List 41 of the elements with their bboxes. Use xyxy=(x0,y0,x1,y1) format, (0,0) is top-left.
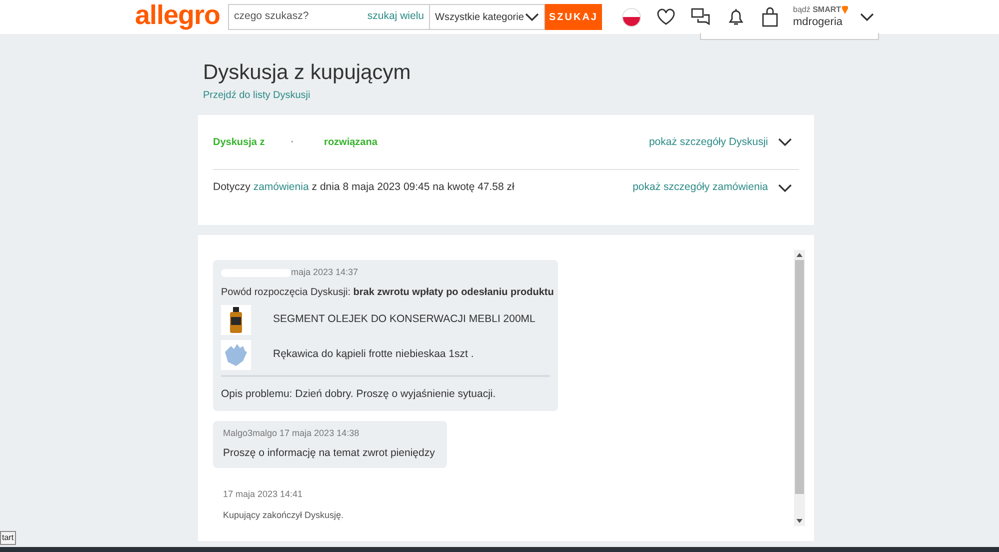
message-meta: maja 2023 14:37 xyxy=(291,266,358,280)
search-button[interactable]: SZUKAJ xyxy=(545,4,602,30)
bell-icon[interactable] xyxy=(726,7,746,27)
scrollbar[interactable] xyxy=(794,250,805,526)
product-thumbnail[interactable] xyxy=(221,304,251,335)
order-link[interactable]: zamówienia xyxy=(253,180,309,196)
discussion-label: Dyskusja z xyxy=(213,136,265,150)
reason-text: Powód rozpoczęcia Dyskusji: brak zwrotu wpłaty po odesłaniu produktu xyxy=(221,286,554,300)
event-text: Kupujący zakończył Dyskusję. xyxy=(223,508,345,522)
chat-icon[interactable] xyxy=(691,8,711,26)
chevron-down-icon xyxy=(778,184,792,193)
separator: · xyxy=(290,136,294,150)
user-name[interactable]: mdrogeria xyxy=(793,17,843,28)
pin-icon xyxy=(842,6,848,14)
order-prefix: Dotyczy xyxy=(213,180,250,196)
message-meta: Malgo3malgo 17 maja 2023 14:38 xyxy=(223,426,360,440)
event-meta: 17 maja 2023 14:41 xyxy=(223,488,304,501)
search-field[interactable]: czego szukasz? szukaj wielu xyxy=(228,4,430,30)
chevron-down-icon xyxy=(525,12,539,22)
back-link[interactable]: Przejdź do listy Dyskusji xyxy=(203,88,814,104)
message-text: Opis problemu: Dzień dobry. Proszę o wyjaśnienie sytuacji. xyxy=(221,388,496,400)
bag-icon[interactable] xyxy=(761,7,779,27)
status-text: rozwiązana xyxy=(324,136,378,150)
details-link[interactable]: pokaż szczegóły Dyskusji xyxy=(648,134,768,151)
order-details-link[interactable]: pokaż szczegóły zamówienia xyxy=(632,180,768,196)
category-select[interactable]: Wszystkie kategorie xyxy=(430,4,545,30)
page-title: Dyskusja z kupującym xyxy=(203,60,412,86)
product-name: SEGMENT OLEJEK DO KONSERWACJI MEBLI 200ML xyxy=(273,312,536,327)
chevron-down-icon xyxy=(778,138,792,148)
message-text: Proszę o informację na temat zwrot pieniędzy xyxy=(223,446,435,462)
order-text: z dnia 8 maja 2023 09:45 na kwotę 47.58 zł xyxy=(312,180,514,196)
product-thumbnail[interactable] xyxy=(221,340,251,370)
smart-promo[interactable]: bądź SMART xyxy=(793,6,842,14)
chevron-down-icon xyxy=(860,12,874,22)
multi-search-link[interactable]: szukaj wielu xyxy=(367,9,424,25)
logo[interactable]: allegro xyxy=(135,2,228,28)
flag-icon[interactable] xyxy=(622,8,641,26)
product-name: Rękawica do kąpieli frotte niebieskaa 1szt . xyxy=(273,346,474,362)
heart-icon[interactable] xyxy=(656,8,676,26)
scroll-thumb[interactable] xyxy=(795,260,804,494)
tooltip: tart xyxy=(0,531,16,545)
